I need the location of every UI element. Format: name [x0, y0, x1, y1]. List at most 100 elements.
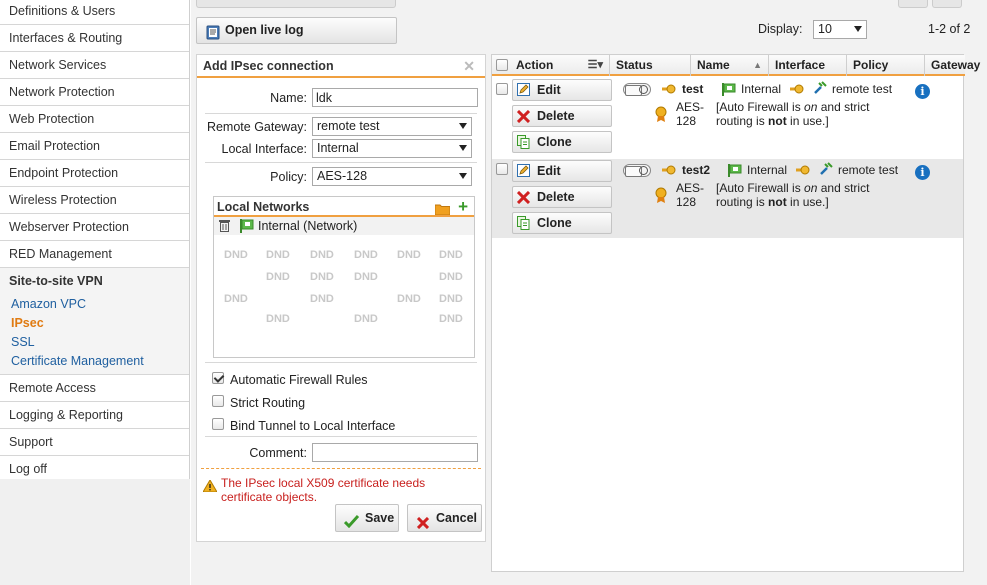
- save-button[interactable]: Save: [335, 504, 399, 532]
- local-network-item[interactable]: Internal (Network): [214, 217, 474, 235]
- status-toggle[interactable]: [623, 83, 651, 96]
- cancel-button[interactable]: Cancel: [407, 504, 482, 532]
- sidebar-item-remote-access[interactable]: Remote Access: [0, 375, 189, 402]
- save-label: Save: [365, 511, 395, 525]
- clone-icon: [517, 135, 530, 155]
- column-header-interface[interactable]: Interface: [769, 55, 847, 76]
- chevron-down-icon: [459, 173, 467, 179]
- local-interface-select[interactable]: Internal: [312, 139, 472, 158]
- sidebar-group-title[interactable]: Site-to-site VPN: [0, 268, 189, 295]
- sidebar-item-webserver-protection[interactable]: Webserver Protection: [0, 214, 189, 241]
- connection-icon: [662, 164, 676, 179]
- edit-icon: [517, 83, 531, 103]
- display-count-select[interactable]: 10: [813, 20, 867, 39]
- name-input[interactable]: [312, 88, 478, 107]
- delete-label: Delete: [537, 190, 575, 204]
- connection-icon: [796, 164, 810, 179]
- sidebar-item-definitions-users[interactable]: Definitions & Users: [0, 0, 189, 25]
- log-icon: [206, 24, 220, 49]
- display-count-value: 10: [818, 22, 832, 36]
- column-header-policy[interactable]: Policy: [847, 55, 925, 76]
- sidebar-subitem-ssl[interactable]: SSL: [0, 333, 189, 352]
- close-icon[interactable]: ✕: [463, 55, 475, 77]
- add-ipsec-connection-panel: Add IPsec connection ✕ Name: Remote Gate…: [196, 54, 486, 542]
- edit-button[interactable]: Edit: [512, 79, 612, 101]
- connection-note: [Auto Firewall is on and strict: [716, 100, 869, 114]
- sidebar-item-interfaces-routing[interactable]: Interfaces & Routing: [0, 25, 189, 52]
- bind-tunnel-checkbox[interactable]: [212, 418, 224, 430]
- connection-note: routing is not in use.]: [716, 195, 829, 209]
- local-networks-box[interactable]: Local Networks + Internal (Network) DND: [213, 196, 475, 358]
- automatic-firewall-rules-checkbox[interactable]: [212, 372, 224, 384]
- sidebar-item-network-protection[interactable]: Network Protection: [0, 79, 189, 106]
- sidebar-item-endpoint-protection[interactable]: Endpoint Protection: [0, 160, 189, 187]
- delete-icon: [516, 190, 531, 210]
- comment-label: Comment:: [249, 446, 307, 460]
- checkmark-icon: [343, 511, 360, 537]
- sidebar: Definitions & Users Interfaces & Routing…: [0, 0, 190, 585]
- note-text: in use.]: [786, 114, 829, 128]
- policy-text: AES-: [676, 100, 705, 114]
- edit-label: Edit: [537, 83, 561, 97]
- info-icon[interactable]: i: [915, 84, 930, 99]
- sidebar-item-network-services[interactable]: Network Services: [0, 52, 189, 79]
- delete-button[interactable]: Delete: [512, 105, 612, 127]
- sidebar-item-support[interactable]: Support: [0, 429, 189, 456]
- row-select-checkbox[interactable]: [496, 163, 508, 175]
- sidebar-subitem-ipsec[interactable]: IPsec: [0, 314, 189, 333]
- automatic-firewall-rules-label: Automatic Firewall Rules: [230, 373, 368, 387]
- delete-button[interactable]: Delete: [512, 186, 612, 208]
- clone-button[interactable]: Clone: [512, 131, 612, 153]
- status-toggle[interactable]: [623, 164, 651, 177]
- connection-name: test2: [682, 163, 711, 177]
- select-all-checkbox[interactable]: [496, 59, 508, 71]
- remote-gateway-select[interactable]: remote test: [312, 117, 472, 136]
- table-row: Edit Delete Clone test2 Internal remote …: [492, 159, 963, 238]
- add-icon[interactable]: +: [458, 197, 468, 217]
- column-header-label: Policy: [853, 58, 889, 72]
- column-header-action[interactable]: Action ☰▾: [510, 55, 610, 76]
- dnd-watermark: DND: [439, 313, 463, 325]
- policy-select[interactable]: AES-128: [312, 167, 472, 186]
- sidebar-filler: [0, 479, 190, 585]
- connection-gateway: remote test: [838, 163, 899, 177]
- info-icon[interactable]: i: [915, 165, 930, 180]
- name-label: Name:: [270, 91, 307, 105]
- certificate-warning: The IPsec local X509 certificate needs c…: [221, 476, 426, 504]
- sidebar-item-web-protection[interactable]: Web Protection: [0, 106, 189, 133]
- column-header-gateway[interactable]: Gateway: [925, 55, 980, 76]
- row-select-checkbox[interactable]: [496, 83, 508, 95]
- connection-name: test: [682, 82, 704, 96]
- column-header-name[interactable]: Name ▲: [691, 55, 769, 76]
- open-live-log-button[interactable]: Open live log: [196, 17, 397, 44]
- trash-icon[interactable]: [219, 219, 230, 237]
- sidebar-subitem-certificate-management[interactable]: Certificate Management: [0, 352, 189, 371]
- top-tab-stub: [196, 0, 396, 8]
- sidebar-item-logging-reporting[interactable]: Logging & Reporting: [0, 402, 189, 429]
- column-header-label: Gateway: [931, 58, 981, 72]
- panel-title-text: Add IPsec connection: [203, 59, 334, 73]
- comment-input[interactable]: [312, 443, 478, 462]
- column-header-status[interactable]: Status: [610, 55, 691, 76]
- table-header: Action ☰▾ Status Name ▲ Interface Policy…: [492, 55, 980, 76]
- edit-button[interactable]: Edit: [512, 160, 612, 182]
- dnd-watermark: DND: [354, 249, 378, 261]
- divider: [205, 162, 477, 163]
- dnd-watermark: DND: [439, 271, 463, 283]
- network-icon: [728, 164, 742, 180]
- clone-button[interactable]: Clone: [512, 212, 612, 234]
- gateway-icon: [819, 162, 833, 179]
- sidebar-subitem-amazon-vpc[interactable]: Amazon VPC: [0, 295, 189, 314]
- note-text: in use.]: [786, 195, 829, 209]
- sidebar-item-red-management[interactable]: RED Management: [0, 241, 189, 268]
- top-button-stub: [898, 0, 928, 8]
- delete-icon: [516, 109, 531, 129]
- local-network-label: Internal (Network): [258, 219, 358, 233]
- sidebar-item-wireless-protection[interactable]: Wireless Protection: [0, 187, 189, 214]
- column-menu-icon[interactable]: ☰▾: [588, 55, 603, 75]
- strict-routing-checkbox[interactable]: [212, 395, 224, 407]
- note-text: [Auto Firewall is: [716, 100, 805, 114]
- table-row: Edit Delete Clone test Internal remote t…: [492, 78, 963, 158]
- sidebar-item-email-protection[interactable]: Email Protection: [0, 133, 189, 160]
- policy-badge-icon: [655, 187, 667, 206]
